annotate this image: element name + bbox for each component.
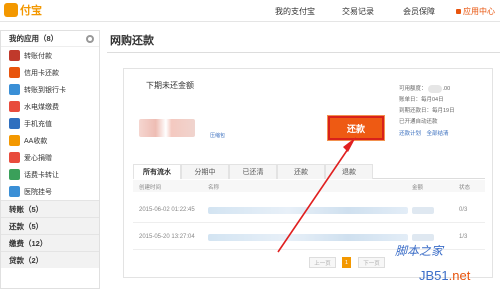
credit-card-icon (9, 67, 20, 78)
app-center-label: 应用中心 (463, 6, 495, 16)
watermark-text: 脚本之家 (395, 244, 444, 258)
repay-button[interactable]: 还款 (327, 115, 385, 141)
sidebar-app-item[interactable]: 手机充值 (1, 115, 99, 132)
sidebar-section[interactable]: 还款（5） (1, 217, 99, 234)
page-title: 网购还款 (110, 35, 154, 47)
available-credit: 可用额度： .00 (399, 84, 450, 93)
sidebar-app-item[interactable]: 水电煤缴费 (1, 98, 99, 115)
row-name-blurred (208, 234, 408, 241)
sidebar-section[interactable]: 缴费（12） (1, 234, 99, 251)
due-amount-blurred (139, 119, 195, 137)
available-credit-label: 可用额度： (399, 86, 427, 92)
top-navigation-bar: 付宝 我的支付宝 交易记录 会员保障 应用中心 (0, 0, 500, 22)
sidebar: 我的应用（8） 转账付款信用卡还款转账到银行卡 水电煤缴费手机充值 AA收款爱心捐赠… (0, 30, 100, 289)
sidebar-app-label: 爱心捐赠 (24, 154, 52, 162)
sidebar-app-label: 水电煤缴费 (24, 103, 59, 111)
tab-refund[interactable]: 退款 (325, 164, 373, 179)
row-amount-blurred (412, 234, 434, 241)
sidebar-section[interactable]: 转账（5） (1, 200, 99, 217)
col-amount: 金额 (412, 185, 424, 191)
sidebar-header: 我的应用（8） (1, 31, 99, 47)
table-header: 创建时间 名称 金额 状态 (133, 180, 485, 192)
card-transfer-icon (9, 169, 20, 180)
row-time: 2015-05-20 13:27:04 (139, 234, 195, 240)
section-list: 转账（5） 还款（5） 缴费（12） 贷款（2） (1, 200, 99, 268)
row-time: 2015-06-02 01:22:45 (139, 207, 195, 213)
col-created-time: 创建时间 (139, 185, 162, 191)
nav-app-center[interactable]: 应用中心 (451, 0, 500, 22)
alipay-logo[interactable]: 付宝 (4, 2, 42, 18)
due-date: 到期还款日：每月19日 (399, 108, 455, 114)
tab-paid-off[interactable]: 已还清 (229, 164, 277, 179)
logo-icon (4, 3, 18, 17)
settle-all-link[interactable]: 全部结清 (427, 131, 449, 137)
due-amount-label: 下期未还金额 (146, 81, 194, 90)
auto-pay-status: 已开通自动还款 (399, 119, 438, 125)
sidebar-app-label: 医院挂号 (24, 188, 52, 196)
sidebar-title: 我的应用（8） (9, 34, 59, 43)
bank-card-icon (9, 84, 20, 95)
hospital-icon (9, 186, 20, 197)
nav-my-alipay[interactable]: 我的支付宝 (275, 0, 315, 22)
tab-all[interactable]: 所有流水 (133, 164, 181, 179)
sidebar-app-item[interactable]: 转账付款 (1, 47, 99, 64)
sidebar-app-label: 转账付款 (24, 52, 52, 60)
app-center-icon (456, 8, 461, 14)
sidebar-app-item[interactable]: AA收款 (1, 132, 99, 149)
row-status: 0/3 (459, 207, 468, 213)
utility-icon (9, 101, 20, 112)
small-link[interactable]: 压缩包 (210, 132, 225, 139)
wallet-icon (9, 50, 20, 61)
transaction-tabs: 所有流水 分期中 已还清 还款 退款 (133, 164, 485, 179)
sidebar-app-label: 转账到银行卡 (24, 86, 66, 94)
nav-member-protection[interactable]: 会员保障 (403, 0, 435, 22)
row-name-blurred (208, 207, 408, 214)
tab-installments[interactable]: 分期中 (181, 164, 229, 179)
sidebar-app-label: AA收款 (24, 137, 48, 145)
sidebar-app-label: 手机充值 (24, 120, 52, 128)
col-name: 名称 (208, 185, 220, 191)
pager-next-button[interactable]: 下一页 (358, 257, 385, 268)
sidebar-app-item[interactable]: 话费卡转让 (1, 166, 99, 183)
table-row[interactable]: 2015-06-02 01:22:45 0/3 (133, 197, 485, 223)
blurred-value (427, 84, 442, 93)
sidebar-app-label: 信用卡还款 (24, 69, 59, 77)
watermark-url: JB51.net (419, 268, 470, 283)
available-credit-suffix: .00 (442, 86, 451, 92)
title-divider (107, 52, 500, 53)
aa-icon (9, 135, 20, 146)
watermark-url-name: JB51 (419, 268, 449, 283)
phone-icon (9, 118, 20, 129)
sidebar-app-item[interactable]: 爱心捐赠 (1, 149, 99, 166)
tab-repayment[interactable]: 还款 (277, 164, 325, 179)
bill-date: 账单日：每月04日 (399, 97, 444, 103)
sidebar-app-item[interactable]: 转账到银行卡 (1, 81, 99, 98)
info-links: 还款计划 全部结清 (399, 129, 453, 137)
sidebar-app-item[interactable]: 医院挂号 (1, 183, 99, 200)
row-status: 1/3 (459, 234, 468, 240)
repayment-plan-link[interactable]: 还款计划 (399, 131, 421, 137)
col-status: 状态 (459, 185, 471, 191)
gear-icon[interactable] (86, 35, 94, 43)
logo-text: 付宝 (20, 5, 42, 17)
app-list: 转账付款信用卡还款转账到银行卡 水电煤缴费手机充值 AA收款爱心捐赠话费卡转让医院挂… (1, 47, 99, 200)
pager-current-page[interactable]: 1 (342, 257, 351, 268)
watermark-url-tld: .net (448, 268, 471, 283)
pager-prev-button[interactable]: 上一页 (309, 257, 336, 268)
sidebar-app-label: 话费卡转让 (24, 171, 59, 179)
sidebar-app-item[interactable]: 信用卡还款 (1, 64, 99, 81)
row-amount-blurred (412, 207, 434, 214)
sidebar-section[interactable]: 贷款（2） (1, 251, 99, 268)
nav-transactions[interactable]: 交易记录 (342, 0, 374, 22)
heart-icon (9, 152, 20, 163)
